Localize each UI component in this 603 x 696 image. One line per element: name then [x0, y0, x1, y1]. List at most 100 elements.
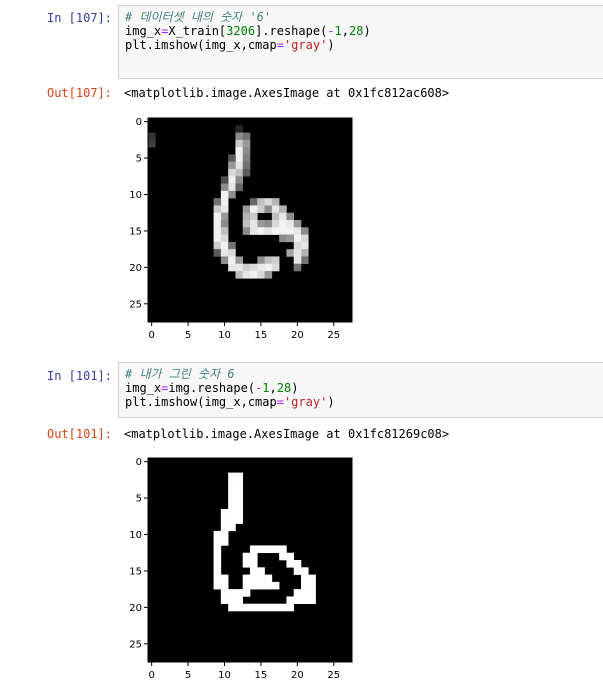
image-pixel: [293, 256, 302, 265]
image-pixel: [242, 220, 251, 228]
image-pixel: [228, 249, 236, 257]
cell-2-code-editor[interactable]: # 내가 그린 숫자 6 img_x=img.reshape(-1,28) pl…: [118, 362, 603, 418]
image-pixel: [293, 249, 302, 257]
image-pixel: [228, 190, 236, 199]
image-pixel: [293, 589, 302, 597]
code-token: ): [363, 24, 371, 38]
image-pixel: [235, 132, 244, 141]
image-pixel: [228, 509, 236, 517]
cell-1-output-prompt: Out[107]:: [46, 86, 112, 100]
image-pixel: [286, 234, 295, 243]
y-tick-label: 5: [136, 494, 142, 505]
image-pixel: [250, 271, 258, 279]
image-pixel: [250, 220, 258, 228]
x-tick-label: 0: [148, 330, 154, 340]
image-pixel: [257, 567, 265, 575]
image-pixel: [250, 574, 258, 583]
code-token: # 데이터셋 내의 숫자 '6': [125, 10, 272, 24]
image-pixel: [286, 603, 295, 612]
image-pixel: [264, 220, 273, 228]
image-pixel: [271, 205, 280, 214]
image-pixel: [220, 220, 229, 228]
cell-2-output-prompt: Out[101]:: [46, 427, 112, 441]
cell-2-input-prompt: In [101]:: [46, 369, 112, 383]
image-pixel: [213, 581, 222, 590]
image-pixel: [293, 567, 302, 575]
x-tick-label: 25: [327, 670, 340, 680]
image-pixel: [271, 212, 280, 221]
image-pixel: [286, 560, 295, 568]
x-tick-label: 20: [291, 330, 304, 340]
code-token: ): [291, 381, 299, 395]
image-pixel: [279, 205, 287, 214]
cell-1-code-editor[interactable]: # 데이터셋 내의 숫자 '6' img_x=X_train[3206].res…: [118, 5, 603, 79]
image-pixel: [220, 581, 229, 590]
image-pixel: [257, 220, 265, 228]
image-pixel: [235, 603, 244, 612]
image-pixel: [235, 271, 244, 279]
image-pixel: [279, 234, 287, 243]
y-tick-label: 0: [136, 117, 142, 128]
x-tick-label: 10: [218, 330, 231, 340]
image-pixel: [301, 234, 309, 243]
image-pixel: [257, 581, 265, 590]
image-pixel: [235, 183, 244, 192]
image-pixel: [264, 198, 273, 206]
image-pixel: [235, 169, 244, 177]
image-pixel: [250, 263, 258, 272]
image-pixel: [250, 603, 258, 612]
x-tick-label: 5: [185, 330, 191, 340]
image-pixel: [213, 220, 222, 228]
x-tick-label: 10: [218, 670, 231, 680]
image-pixel: [213, 241, 222, 250]
image-pixel: [213, 212, 222, 221]
image-pixel: [228, 241, 236, 250]
code-token: 28: [276, 381, 292, 395]
image-pixel: [235, 161, 244, 170]
image-pixel: [279, 220, 287, 228]
cell-2-code-line-3: plt.imshow(img_x,cmap='gray'): [125, 395, 597, 409]
image-pixel: [257, 263, 265, 272]
image-pixel: [308, 596, 316, 605]
image-pixel: [242, 154, 251, 163]
image-pixel: [235, 472, 244, 481]
image-pixel: [242, 581, 251, 590]
image-pixel: [301, 581, 309, 590]
image-pixel: [228, 589, 236, 597]
image-pixel: [213, 249, 222, 257]
y-tick-label: 20: [129, 263, 142, 274]
image-pixel: [271, 220, 280, 228]
image-pixel: [235, 596, 244, 605]
image-pixel: [235, 154, 244, 163]
image-pixel: [213, 574, 222, 583]
image-pixel: [264, 271, 273, 279]
image-pixel: [264, 227, 273, 235]
image-pixel: [220, 198, 229, 206]
image-pixel: [271, 256, 280, 265]
image-pixel: [301, 249, 309, 257]
image-pixel: [235, 263, 244, 272]
image-pixel: [235, 479, 244, 488]
y-tick-label: 10: [129, 530, 142, 541]
image-pixel: [301, 567, 309, 575]
image-pixel: [250, 205, 258, 214]
code-token: plt.imshow(img_x,cmap: [125, 38, 277, 52]
image-pixel: [301, 241, 309, 250]
image-pixel: [242, 161, 251, 170]
image-pixel: [242, 574, 251, 583]
image-pixel: [235, 501, 244, 510]
image-pixel: [257, 545, 265, 554]
image-pixel: [235, 256, 244, 265]
code-token: 28: [349, 24, 364, 38]
image-pixel: [220, 212, 229, 221]
image-pixel: [213, 560, 222, 568]
image-pixel: [220, 176, 229, 184]
image-pixel: [257, 227, 265, 235]
cell-2-code-line-2: img_x=img.reshape(-1,28): [125, 381, 597, 395]
image-pixel: [250, 212, 258, 221]
image-pixel: [257, 574, 265, 583]
code-token: ): [327, 38, 335, 52]
code-token: img_x: [125, 381, 162, 395]
image-pixel: [293, 263, 302, 272]
image-pixel: [279, 552, 287, 561]
